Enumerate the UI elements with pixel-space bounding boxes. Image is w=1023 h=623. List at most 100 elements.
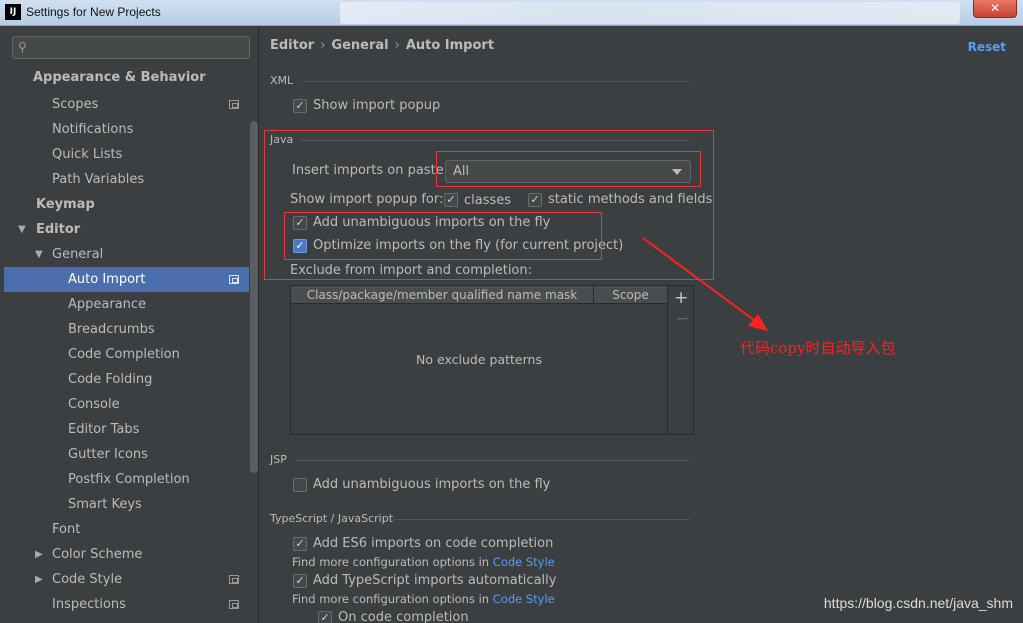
section-divider — [296, 460, 690, 461]
exclude-table-header: Class/package/member qualified name mask… — [291, 286, 693, 304]
sidebar-item-editor[interactable]: ▼ Editor — [4, 217, 249, 242]
code-style-link[interactable]: Code Style — [493, 555, 555, 569]
sidebar-item-appearance[interactable]: Appearance — [4, 292, 249, 317]
sidebar-item-auto-import[interactable]: Auto Import — [4, 267, 249, 292]
sidebar-item-label: Font — [52, 522, 81, 537]
exclude-table[interactable]: Class/package/member qualified name mask… — [290, 285, 694, 435]
es6-imports-label: Add ES6 imports on code completion — [313, 536, 554, 551]
breadcrumb-separator: › — [320, 38, 326, 53]
window-title: Settings for New Projects — [26, 5, 161, 19]
breadcrumb-general: General — [331, 38, 389, 53]
sidebar-item-label: Gutter Icons — [68, 447, 148, 462]
ts-imports-checkbox[interactable] — [293, 574, 307, 588]
background-taskbar-blur — [340, 2, 960, 24]
sidebar-item-code-style[interactable]: ▶ Code Style — [4, 567, 249, 592]
hint-text: Find more configuration options in — [292, 592, 493, 606]
sidebar-item-scopes[interactable]: Scopes — [4, 92, 249, 117]
chevron-right-icon[interactable]: ▶ — [35, 542, 43, 567]
sidebar-item-postfix-completion[interactable]: Postfix Completion — [4, 467, 249, 492]
jsp-unambiguous-checkbox[interactable] — [293, 478, 307, 492]
breadcrumb: Editor › General › Auto Import — [270, 38, 494, 53]
exclude-table-toolbar: + − — [667, 286, 693, 434]
sidebar-item-code-folding[interactable]: Code Folding — [4, 367, 249, 392]
sidebar-item-label: Editor Tabs — [68, 422, 140, 437]
empty-table-message: No exclude patterns — [416, 352, 542, 367]
sidebar-item-label: Code Folding — [68, 372, 153, 387]
chevron-right-icon[interactable]: ▶ — [35, 567, 43, 592]
sidebar-item-label: Postfix Completion — [68, 472, 190, 487]
sidebar-item-label: Color Scheme — [52, 547, 143, 562]
sidebar-scrollbar[interactable] — [250, 121, 258, 473]
section-title-typescript: TypeScript / JavaScript — [270, 512, 394, 525]
search-icon: ⚲ — [18, 40, 27, 54]
sidebar-item-font[interactable]: Font — [4, 517, 249, 542]
sidebar-item-path-variables[interactable]: Path Variables — [4, 167, 249, 192]
project-settings-icon — [229, 275, 239, 284]
watermark: https://blog.csdn.net/java_shm — [823, 595, 1013, 611]
sidebar-item-label: Inspections — [52, 597, 126, 612]
settings-search-box[interactable]: ⚲ — [12, 36, 250, 59]
sidebar-item-label: Code Style — [52, 572, 123, 587]
window-close-button[interactable]: ✕ — [973, 0, 1017, 18]
sidebar-item-label: Breadcrumbs — [68, 322, 155, 337]
sidebar-item-label: Quick Lists — [52, 147, 123, 162]
search-input[interactable] — [37, 39, 242, 56]
annotation-box-fly-options — [284, 212, 602, 260]
settings-main-panel: Editor › General › Auto Import Reset XML Sho… — [260, 26, 1023, 623]
es6-imports-checkbox[interactable] — [293, 537, 307, 551]
sidebar-item-general[interactable]: ▼ General — [4, 242, 249, 267]
section-divider — [394, 519, 690, 520]
breadcrumb-separator: › — [394, 38, 400, 53]
section-title-xml: XML — [270, 74, 294, 87]
project-settings-icon — [229, 600, 239, 609]
xml-show-popup-label: Show import popup — [313, 98, 441, 113]
sidebar-item-code-completion[interactable]: Code Completion — [4, 342, 249, 367]
breadcrumb-auto-import: Auto Import — [405, 38, 495, 53]
breadcrumb-editor: Editor — [270, 38, 315, 53]
sidebar-item-label: Notifications — [52, 122, 134, 137]
find-more-hint: Find more configuration options in Code … — [292, 555, 555, 569]
sidebar-item-notifications[interactable]: Notifications — [4, 117, 249, 142]
annotation-box-insert-imports — [436, 151, 701, 187]
sidebar-item-label: Smart Keys — [68, 497, 142, 512]
sidebar-item-label: Scopes — [52, 97, 99, 112]
section-divider — [302, 81, 690, 82]
reset-link[interactable]: Reset — [968, 40, 1006, 54]
column-header-mask[interactable]: Class/package/member qualified name mask — [291, 286, 594, 304]
sidebar-item-label: Path Variables — [52, 172, 145, 187]
sidebar-item-label: Console — [68, 397, 120, 412]
sidebar-item-editor-tabs[interactable]: Editor Tabs — [4, 417, 249, 442]
add-icon[interactable]: + — [674, 288, 688, 308]
project-settings-icon — [229, 100, 239, 109]
section-title-jsp: JSP — [270, 453, 287, 466]
ts-imports-label: Add TypeScript imports automatically — [313, 573, 557, 588]
hint-text: Find more configuration options in — [292, 555, 493, 569]
column-header-scope[interactable]: Scope — [594, 286, 668, 304]
sidebar-item-color-scheme[interactable]: ▶ Color Scheme — [4, 542, 249, 567]
on-code-completion-label: On code completion — [338, 610, 469, 623]
sidebar-item-inspections[interactable]: Inspections — [4, 592, 249, 617]
settings-sidebar: ⚲ Appearance & Behavior Scopes Notificat… — [4, 26, 259, 623]
sidebar-item-label: Editor — [36, 222, 81, 237]
sidebar-item-label: Code Completion — [68, 347, 180, 362]
chevron-down-icon[interactable]: ▼ — [18, 217, 26, 242]
jsp-unambiguous-label: Add unambiguous imports on the fly — [313, 477, 551, 492]
xml-show-popup-checkbox[interactable] — [293, 99, 307, 113]
code-style-link[interactable]: Code Style — [493, 592, 555, 606]
sidebar-item-label: Auto Import — [68, 272, 146, 287]
sidebar-item-breadcrumbs[interactable]: Breadcrumbs — [4, 317, 249, 342]
remove-icon[interactable]: − — [675, 309, 689, 329]
sidebar-item-label: Keymap — [36, 197, 95, 212]
sidebar-item-label: Appearance & Behavior — [33, 70, 206, 85]
sidebar-item-console[interactable]: Console — [4, 392, 249, 417]
chevron-down-icon[interactable]: ▼ — [35, 242, 43, 267]
sidebar-item-keymap[interactable]: Keymap — [4, 192, 249, 217]
sidebar-item-quick-lists[interactable]: Quick Lists — [4, 142, 249, 167]
title-bar: IJ Settings for New Projects ✕ — [0, 0, 1023, 26]
on-code-completion-checkbox[interactable] — [318, 611, 332, 623]
intellij-app-icon: IJ — [5, 4, 21, 20]
sidebar-item-appearance-behavior[interactable]: Appearance & Behavior — [4, 65, 249, 90]
sidebar-item-gutter-icons[interactable]: Gutter Icons — [4, 442, 249, 467]
sidebar-item-smart-keys[interactable]: Smart Keys — [4, 492, 249, 517]
annotation-text: 代码copy时自动导入包 — [740, 339, 896, 357]
